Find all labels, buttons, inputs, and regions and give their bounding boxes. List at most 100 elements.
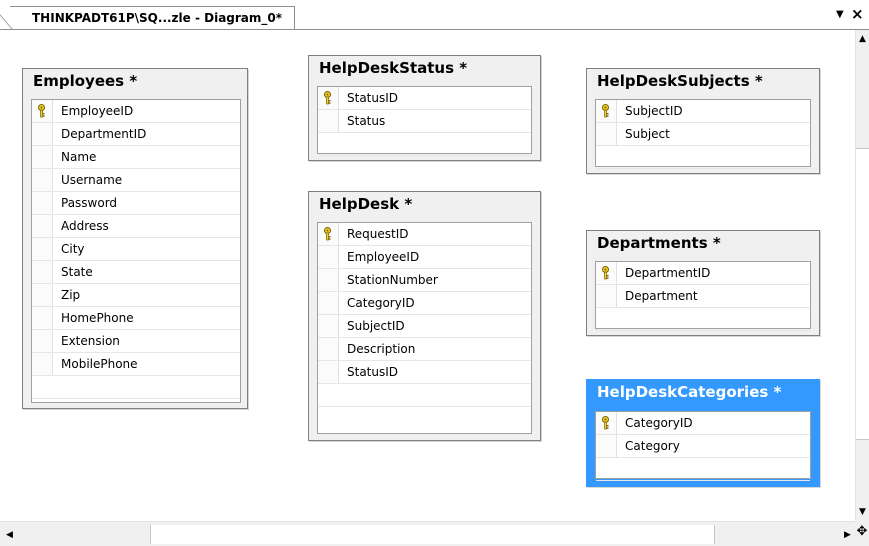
- column-row[interactable]: SubjectID: [596, 100, 810, 123]
- row-selector[interactable]: [318, 269, 339, 291]
- column-row[interactable]: StatusID: [318, 361, 531, 384]
- key-icon: [324, 227, 331, 241]
- row-selector[interactable]: [32, 261, 53, 283]
- column-row[interactable]: MobilePhone: [32, 353, 240, 376]
- column-name: DepartmentID: [625, 266, 711, 280]
- chevron-down-icon[interactable]: ▼: [836, 9, 844, 20]
- table-departments[interactable]: Departments * DepartmentID Department: [586, 230, 820, 336]
- column-name: SubjectID: [347, 319, 405, 333]
- table-helpdesksubjects[interactable]: HelpDeskSubjects * SubjectID Subject: [586, 68, 820, 174]
- column-row[interactable]: EmployeeID: [318, 246, 531, 269]
- column-row[interactable]: Category: [596, 435, 810, 458]
- row-selector[interactable]: [32, 238, 53, 260]
- move-icon[interactable]: ✥: [855, 521, 869, 546]
- empty-column-row[interactable]: [596, 146, 810, 169]
- column-row[interactable]: CategoryID: [318, 292, 531, 315]
- row-selector[interactable]: [596, 285, 617, 307]
- row-selector[interactable]: [318, 292, 339, 314]
- row-selector[interactable]: [32, 192, 53, 214]
- column-name: SubjectID: [625, 104, 683, 118]
- row-selector[interactable]: [32, 146, 53, 168]
- row-selector[interactable]: [32, 123, 53, 145]
- column-row[interactable]: Department: [596, 285, 810, 308]
- empty-column-row[interactable]: [32, 376, 240, 399]
- column-row[interactable]: Zip: [32, 284, 240, 307]
- column-grid: EmployeeID DepartmentID Name Username Passwo…: [31, 99, 241, 403]
- empty-column-row[interactable]: [596, 308, 810, 331]
- tab-title: THINKPADT61P\SQ...zle - Diagram_0*: [32, 11, 283, 25]
- column-row[interactable]: Name: [32, 146, 240, 169]
- row-selector[interactable]: [318, 338, 339, 360]
- row-selector[interactable]: [318, 246, 339, 268]
- key-icon: [324, 91, 331, 105]
- close-icon[interactable]: ×: [851, 6, 864, 22]
- table-employees[interactable]: Employees * EmployeeID DepartmentID Name Us…: [22, 68, 248, 409]
- column-row[interactable]: HomePhone: [32, 307, 240, 330]
- column-row[interactable]: SubjectID: [318, 315, 531, 338]
- column-row[interactable]: State: [32, 261, 240, 284]
- scroll-left-icon[interactable]: ◀: [6, 530, 13, 540]
- column-name: City: [61, 242, 85, 256]
- empty-column-row[interactable]: [596, 458, 810, 481]
- column-row[interactable]: Username: [32, 169, 240, 192]
- horizontal-scrollbar[interactable]: ◀ ▶: [0, 521, 855, 546]
- scroll-right-icon[interactable]: ▶: [844, 530, 851, 540]
- column-grid: RequestID EmployeeID StationNumber Category…: [317, 222, 532, 434]
- row-selector[interactable]: [318, 315, 339, 337]
- table-helpdeskstatus[interactable]: HelpDeskStatus * StatusID Status: [308, 55, 541, 161]
- column-row[interactable]: EmployeeID: [32, 100, 240, 123]
- vertical-scroll-thumb[interactable]: [856, 148, 869, 440]
- column-row[interactable]: StatusID: [318, 87, 531, 110]
- column-row[interactable]: Address: [32, 215, 240, 238]
- row-selector[interactable]: [32, 353, 53, 375]
- column-name: Category: [625, 439, 680, 453]
- row-selector[interactable]: [596, 262, 617, 284]
- table-title: HelpDeskStatus *: [319, 59, 468, 77]
- scroll-down-icon[interactable]: ▼: [859, 507, 866, 517]
- row-selector[interactable]: [318, 110, 339, 132]
- column-row[interactable]: CategoryID: [596, 412, 810, 435]
- column-row[interactable]: RequestID: [318, 223, 531, 246]
- row-selector[interactable]: [32, 100, 53, 122]
- empty-column-row[interactable]: [318, 133, 531, 156]
- column-name: StatusID: [347, 91, 399, 105]
- row-selector[interactable]: [596, 123, 617, 145]
- column-row[interactable]: Subject: [596, 123, 810, 146]
- row-selector[interactable]: [596, 100, 617, 122]
- column-name: Subject: [625, 127, 670, 141]
- table-helpdeskcategories[interactable]: HelpDeskCategories * CategoryID Category: [586, 379, 820, 487]
- table-title: Employees *: [33, 72, 138, 90]
- column-row[interactable]: Extension: [32, 330, 240, 353]
- column-name: DepartmentID: [61, 127, 147, 141]
- row-selector[interactable]: [318, 87, 339, 109]
- column-name: State: [61, 265, 93, 279]
- row-selector[interactable]: [318, 361, 339, 383]
- column-row[interactable]: Description: [318, 338, 531, 361]
- column-name: EmployeeID: [347, 250, 420, 264]
- row-selector[interactable]: [32, 215, 53, 237]
- column-name: HomePhone: [61, 311, 134, 325]
- scroll-up-icon[interactable]: ▲: [859, 34, 866, 44]
- diagram-canvas[interactable]: Employees * EmployeeID DepartmentID Name Us…: [0, 30, 855, 521]
- row-selector[interactable]: [32, 284, 53, 306]
- empty-column-row[interactable]: [318, 384, 531, 407]
- column-row[interactable]: DepartmentID: [32, 123, 240, 146]
- column-name: StatusID: [347, 365, 399, 379]
- row-selector[interactable]: [318, 223, 339, 245]
- table-helpdesk[interactable]: HelpDesk * RequestID EmployeeID StationNum…: [308, 191, 541, 441]
- vertical-scrollbar[interactable]: ▲ ▼: [855, 30, 869, 521]
- column-name: Username: [61, 173, 123, 187]
- row-selector[interactable]: [32, 169, 53, 191]
- column-row[interactable]: Status: [318, 110, 531, 133]
- row-selector[interactable]: [596, 435, 617, 457]
- tab-diagram[interactable]: THINKPADT61P\SQ...zle - Diagram_0*: [10, 6, 296, 30]
- column-row[interactable]: Password: [32, 192, 240, 215]
- column-name: Extension: [61, 334, 120, 348]
- row-selector[interactable]: [32, 307, 53, 329]
- row-selector[interactable]: [596, 412, 617, 434]
- column-row[interactable]: StationNumber: [318, 269, 531, 292]
- column-row[interactable]: DepartmentID: [596, 262, 810, 285]
- column-row[interactable]: City: [32, 238, 240, 261]
- row-selector[interactable]: [32, 330, 53, 352]
- horizontal-scroll-thumb[interactable]: [150, 525, 715, 544]
